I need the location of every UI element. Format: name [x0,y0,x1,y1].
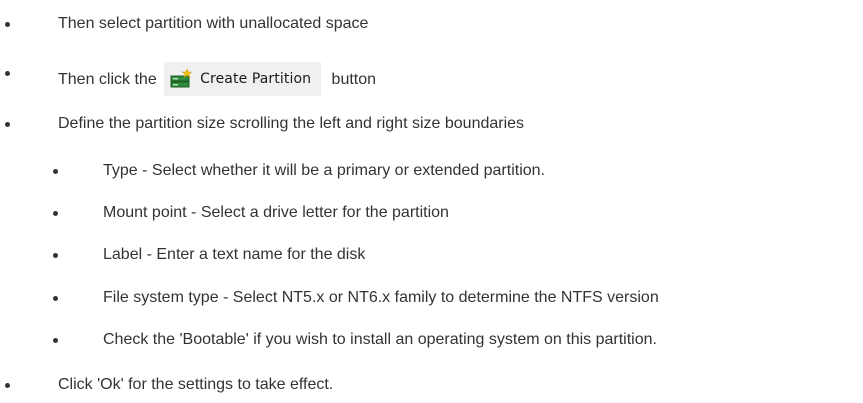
list-item: Click 'Ok' for the settings to take effe… [5,375,334,395]
create-partition-button-label: Create Partition [200,71,312,87]
bullet [5,122,10,127]
list-item: Define the partition size scrolling the … [5,114,525,134]
sub-item-text: File system type - Select NT5.x or NT6.x… [103,289,659,306]
create-partition-icon [170,68,193,89]
bullet [53,296,58,301]
sub-list-item: Type - Select whether it will be a prima… [53,161,545,181]
list-item: Then click the Create Partition button [5,62,376,96]
bullet [53,169,58,174]
bullet [53,253,58,258]
sub-list-item: Mount point - Select a drive letter for … [53,203,449,223]
sub-item-text: Check the 'Bootable' if you wish to inst… [103,331,657,348]
bullet [53,338,58,343]
sub-item-text: Label - Enter a text name for the disk [103,246,366,263]
sub-item-text: Type - Select whether it will be a prima… [103,162,545,179]
bullet [5,383,10,388]
step-text: Define the partition size scrolling the … [58,115,525,132]
list-item: Then select partition with unallocated s… [5,14,369,34]
step-text: Then select partition with unallocated s… [58,15,369,32]
bullet [53,211,58,216]
create-partition-button[interactable]: Create Partition [164,62,322,96]
bullet [5,22,10,27]
instructions-document: Then select partition with unallocated s… [0,0,863,403]
sub-list-item: File system type - Select NT5.x or NT6.x… [53,288,659,308]
step-text-suffix: button [331,71,377,88]
sub-item-text: Mount point - Select a drive letter for … [103,204,449,221]
sub-list-item: Check the 'Bootable' if you wish to inst… [53,330,657,350]
step-text: Click 'Ok' for the settings to take effe… [58,376,334,393]
bullet [5,71,10,76]
sub-list-item: Label - Enter a text name for the disk [53,245,366,265]
step-text-prefix: Then click the [58,71,157,88]
